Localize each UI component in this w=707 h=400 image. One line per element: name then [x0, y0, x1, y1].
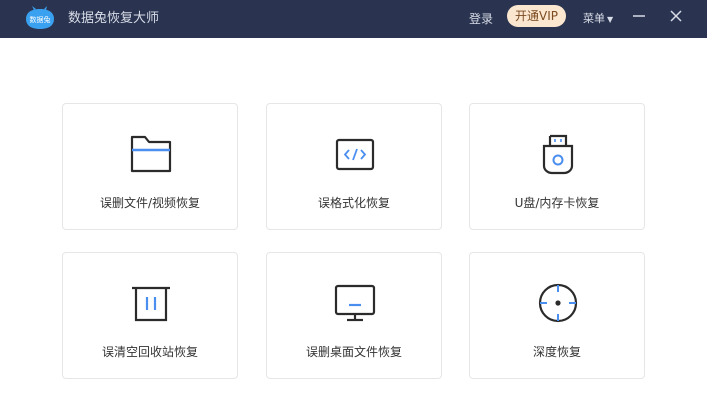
- card-format-recovery[interactable]: 误格式化恢复: [266, 103, 442, 230]
- open-vip-button[interactable]: 开通VIP: [507, 5, 566, 27]
- title-bar: 数据兔 数据兔恢复大师 登录 开通VIP 菜单 ▼: [0, 0, 707, 38]
- usb-drive-icon: [542, 134, 574, 175]
- menu-button[interactable]: 菜单 ▼: [583, 0, 613, 38]
- monitor-icon: [334, 284, 376, 322]
- card-label: U盘/内存卡恢复: [514, 196, 600, 210]
- card-label: 误删桌面文件恢复: [305, 345, 402, 359]
- card-desktop-files-recovery[interactable]: 误删桌面文件恢复: [266, 252, 442, 379]
- app-logo-icon: 数据兔: [26, 6, 54, 29]
- card-label: 误清空回收站恢复: [101, 345, 198, 359]
- card-label: 深度恢复: [532, 345, 581, 359]
- card-usb-recovery[interactable]: U盘/内存卡恢复: [469, 103, 645, 230]
- close-icon[interactable]: [664, 0, 688, 38]
- minimize-icon[interactable]: [627, 0, 651, 38]
- crosshair-icon: [538, 283, 578, 323]
- logo-text: 数据兔: [30, 15, 51, 24]
- trash-bin-icon: [132, 286, 170, 322]
- card-label: 误删文件/视频恢复: [99, 196, 201, 210]
- card-label: 误格式化恢复: [317, 196, 390, 210]
- card-recycle-bin-recovery[interactable]: 误清空回收站恢复: [62, 252, 238, 379]
- chevron-down-icon: ▼: [607, 15, 614, 24]
- menu-label: 菜单: [583, 12, 605, 25]
- app-title: 数据兔恢复大师: [68, 11, 160, 26]
- card-deleted-files-recovery[interactable]: 误删文件/视频恢复: [62, 103, 238, 230]
- card-deep-recovery[interactable]: 深度恢复: [469, 252, 645, 379]
- code-window-icon: [335, 138, 375, 171]
- login-link[interactable]: 登录: [469, 0, 493, 38]
- folder-icon: [130, 135, 172, 173]
